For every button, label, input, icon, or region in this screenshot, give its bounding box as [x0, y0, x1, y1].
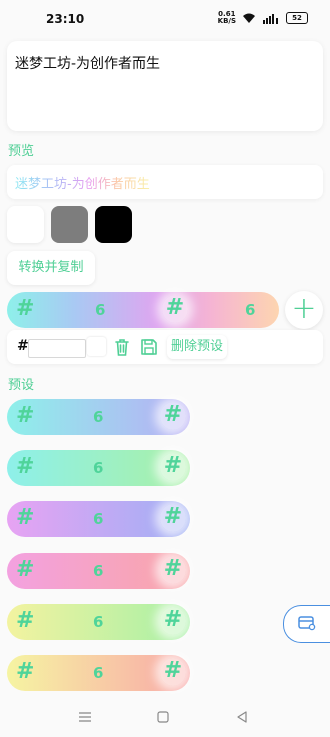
- preset-handle-left: #: [16, 403, 35, 428]
- signal-icon: [263, 13, 278, 24]
- preset-item[interactable]: # 6 #: [7, 399, 190, 435]
- preset-count: 6: [93, 562, 104, 580]
- trash-icon[interactable]: [111, 336, 133, 358]
- color-stop-handle-left[interactable]: #: [16, 296, 34, 321]
- preset-handle-right: #: [160, 402, 186, 430]
- color-stop-handle-middle[interactable]: #: [162, 295, 188, 323]
- navigation-bar: [0, 697, 330, 737]
- back-icon[interactable]: [236, 711, 248, 723]
- preset-item[interactable]: # 6 #: [7, 604, 190, 640]
- background-swatch-gray[interactable]: [51, 206, 88, 243]
- gradient-editor-bar[interactable]: # 6 # 6: [7, 292, 279, 328]
- preset-item[interactable]: # 6 #: [7, 655, 190, 691]
- preset-count: 6: [93, 664, 104, 682]
- background-swatch-white[interactable]: [7, 206, 44, 243]
- preset-handle-right: #: [160, 504, 186, 532]
- clock: 23:10: [46, 12, 85, 26]
- preview-gradient-text: 迷梦工坊-为创作者而生: [15, 173, 150, 192]
- text-input-area[interactable]: 迷梦工坊-为创作者而生: [7, 41, 323, 131]
- preset-count: 6: [93, 613, 104, 631]
- delete-preset-button[interactable]: 删除预设: [167, 335, 228, 359]
- status-icons: 0.61 KB/S 52: [218, 11, 308, 25]
- color-edit-row: # 删除预设: [7, 330, 323, 364]
- preset-count: 6: [93, 510, 104, 528]
- preview-label: 预览: [8, 144, 35, 159]
- preset-handle-right: #: [160, 658, 186, 686]
- stop-count-right: 6: [245, 301, 256, 319]
- card-settings-icon: [298, 616, 316, 631]
- preview-box: 迷梦工坊-为创作者而生: [7, 165, 323, 199]
- color-preview-box[interactable]: [87, 337, 106, 356]
- stop-count-left: 6: [95, 301, 106, 319]
- hex-color-input[interactable]: [28, 339, 86, 358]
- preset-count: 6: [93, 408, 104, 426]
- preset-handle-left: #: [16, 659, 35, 684]
- battery-icon: 52: [286, 12, 308, 24]
- preset-handle-left: #: [16, 454, 35, 479]
- preset-handle-right: #: [160, 453, 186, 481]
- save-icon[interactable]: [138, 336, 160, 358]
- preset-count: 6: [93, 459, 104, 477]
- presets-label: 预设: [8, 378, 35, 393]
- preset-handle-right: #: [160, 607, 186, 635]
- background-swatch-black[interactable]: [95, 206, 132, 243]
- floating-side-button[interactable]: [283, 605, 330, 643]
- input-text[interactable]: 迷梦工坊-为创作者而生: [15, 53, 160, 73]
- convert-copy-button[interactable]: 转换并复制: [7, 251, 95, 285]
- hex-prefix: #: [17, 338, 29, 354]
- network-speed: 0.61 KB/S: [217, 10, 236, 25]
- home-icon[interactable]: [157, 711, 169, 723]
- status-bar: 23:10 0.61 KB/S 52: [0, 0, 330, 40]
- preset-handle-left: #: [16, 557, 35, 582]
- wifi-icon: [243, 13, 255, 23]
- add-color-stop-button[interactable]: +: [285, 291, 323, 329]
- preset-handle-right: #: [160, 556, 186, 584]
- preset-handle-left: #: [16, 505, 35, 530]
- menu-icon[interactable]: [78, 711, 92, 723]
- preset-handle-left: #: [16, 608, 35, 633]
- preset-item[interactable]: # 6 #: [7, 553, 190, 589]
- preset-item[interactable]: # 6 #: [7, 501, 190, 537]
- preset-item[interactable]: # 6 #: [7, 450, 190, 486]
